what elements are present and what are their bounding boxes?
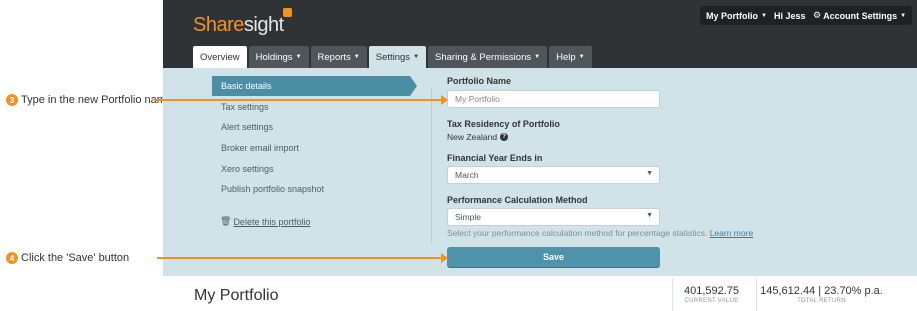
caret-down-icon: ▼ [900,12,907,19]
chevron-down-icon: ▼ [646,170,653,177]
tax-residency-label: Tax Residency of Portfolio [447,119,560,129]
portfolio-menu-button[interactable]: My Portfolio ▼ [700,6,773,25]
settings-sidebar: Basic details Tax settings Alert setting… [212,76,417,200]
portfolio-name-input[interactable]: My Portfolio [447,90,660,108]
caret-down-icon: ▼ [353,54,360,60]
user-greeting-button[interactable]: Hi Jess [768,6,812,25]
financial-year-label: Financial Year Ends in [447,153,543,163]
tab-holdings[interactable]: Holdings ▼ [248,46,309,68]
annotation-step-3: 3 Type in the new Portfolio name [6,94,172,106]
annotation-step-4: 4 Click the 'Save' button [6,252,129,264]
financial-year-select[interactable]: March ▼ [447,166,660,184]
save-button[interactable]: Save [447,247,660,267]
caret-down-icon: ▼ [578,54,585,60]
sidebar-item-broker-email-import[interactable]: Broker email import [212,138,417,158]
trash-icon: 🗑 [220,216,232,226]
page-title: My Portfolio [194,287,279,304]
account-settings-button[interactable]: ⚙ Account Settings ▼ [807,6,913,25]
chevron-down-icon: ▼ [646,212,653,219]
panel-divider [431,88,432,243]
current-value-stat: 401,592.75 CURRENT VALUE [672,278,750,311]
gear-icon: ⚙ [813,10,822,20]
help-icon[interactable]: ? [500,133,509,141]
learn-more-link[interactable]: Learn more [710,228,753,238]
sharesight-logo[interactable]: Sharesight [193,8,292,37]
portfolio-name-label: Portfolio Name [447,76,512,86]
annotation-text: Type in the new Portfolio name [21,94,173,106]
step-number-badge: 3 [6,94,18,106]
tab-reports[interactable]: Reports ▼ [310,46,367,68]
sidebar-item-xero-settings[interactable]: Xero settings [212,159,417,179]
annotation-arrow-3 [155,95,448,105]
performance-method-select[interactable]: Simple ▼ [447,208,660,226]
sidebar-item-publish-snapshot[interactable]: Publish portfolio snapshot [212,179,417,199]
tab-settings[interactable]: Settings ▼ [368,46,427,68]
caret-down-icon: ▼ [534,54,541,60]
tab-sharing-permissions[interactable]: Sharing & Permissions ▼ [428,46,548,68]
sidebar-item-basic-details[interactable]: Basic details [212,76,417,96]
main-nav: Overview Holdings ▼ Reports ▼ Settings ▼ Sh… [193,46,594,68]
annotation-arrow-4 [157,253,448,263]
tax-residency-value: New Zealand ? [447,132,509,142]
performance-method-label: Performance Calculation Method [447,195,588,205]
sidebar-item-alert-settings[interactable]: Alert settings [212,117,417,137]
total-return-stat: 145,612.44 | 23.70% p.a. TOTAL RETURN [756,278,886,311]
tab-overview[interactable]: Overview [193,46,247,68]
annotation-text: Click the 'Save' button [21,252,130,264]
performance-method-hint: Select your performance calculation meth… [447,228,754,238]
delete-portfolio-link[interactable]: 🗑 Delete this portfolio [220,216,310,227]
caret-down-icon: ▼ [761,12,767,19]
logo-spark-icon [282,8,292,17]
tab-help[interactable]: Help ▼ [549,46,592,68]
caret-down-icon: ▼ [295,54,302,60]
caret-down-icon: ▼ [413,54,420,60]
step-number-badge: 4 [6,252,18,264]
